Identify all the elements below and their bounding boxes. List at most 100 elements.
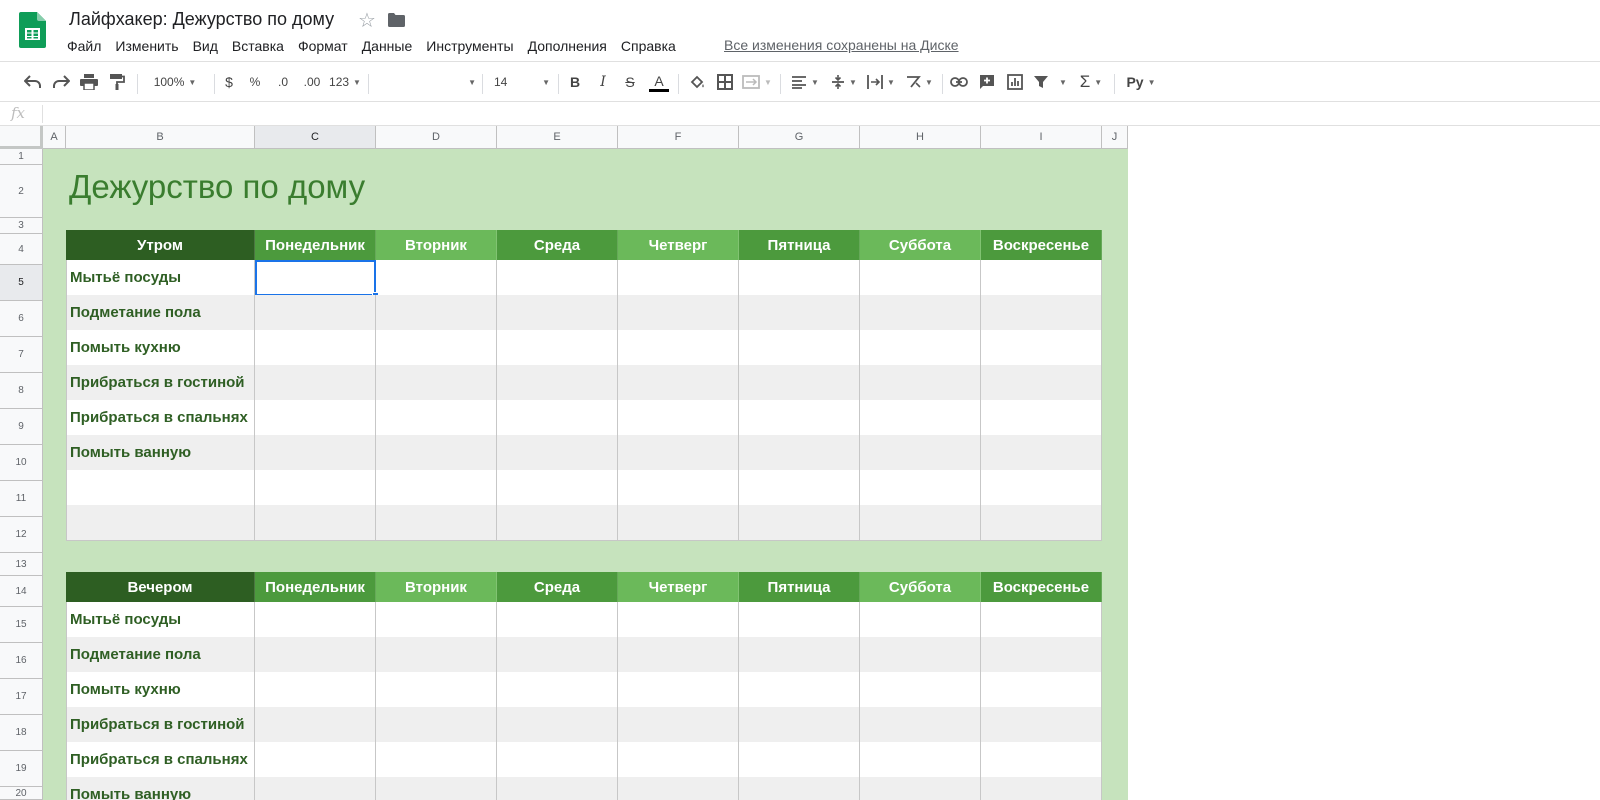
zoom-select[interactable]: 100% ▼ <box>145 68 205 96</box>
filter-button[interactable]: ▼ <box>1032 68 1068 96</box>
schedule-cell[interactable] <box>981 707 1102 743</box>
schedule-cell[interactable] <box>255 602 376 638</box>
schedule-cell[interactable] <box>860 602 981 638</box>
schedule-cell[interactable] <box>618 330 739 366</box>
schedule-cell[interactable] <box>860 400 981 436</box>
schedule-cell[interactable] <box>739 470 860 506</box>
table-header-day[interactable]: Воскресенье <box>981 572 1102 602</box>
schedule-cell[interactable] <box>497 602 618 638</box>
schedule-cell[interactable] <box>618 742 739 778</box>
schedule-cell[interactable] <box>981 330 1102 366</box>
menu-file[interactable]: Файл <box>60 36 108 56</box>
schedule-cell[interactable] <box>981 602 1102 638</box>
schedule-cell[interactable] <box>739 672 860 708</box>
row-header[interactable]: 17 <box>0 679 43 715</box>
schedule-cell[interactable] <box>981 505 1102 541</box>
schedule-cell[interactable] <box>255 777 376 800</box>
schedule-cell[interactable] <box>497 505 618 541</box>
task-label-cell[interactable]: Мытьё посуды <box>66 602 255 638</box>
schedule-cell[interactable] <box>376 470 497 506</box>
row-header[interactable]: 15 <box>0 607 43 643</box>
schedule-cell[interactable] <box>739 602 860 638</box>
text-color-button[interactable]: A <box>648 68 670 96</box>
schedule-cell[interactable] <box>981 742 1102 778</box>
schedule-cell[interactable] <box>860 470 981 506</box>
column-header-g[interactable]: G <box>739 126 860 149</box>
functions-button[interactable]: Σ ▼ <box>1074 68 1108 96</box>
menu-edit[interactable]: Изменить <box>108 36 185 56</box>
text-rotation-button[interactable]: ▼ <box>902 68 936 96</box>
schedule-cell[interactable] <box>739 330 860 366</box>
document-title[interactable]: Лайфхакер: Дежурство по дому <box>69 9 334 30</box>
schedule-cell[interactable] <box>860 637 981 673</box>
schedule-cell[interactable] <box>255 400 376 436</box>
schedule-cell[interactable] <box>981 365 1102 401</box>
schedule-cell[interactable] <box>376 435 497 471</box>
input-tools-button[interactable]: Ру ▼ <box>1122 68 1160 96</box>
row-header[interactable]: 16 <box>0 643 43 679</box>
schedule-cell[interactable] <box>497 470 618 506</box>
schedule-cell[interactable] <box>981 435 1102 471</box>
schedule-cell[interactable] <box>618 602 739 638</box>
table-header-day[interactable]: Среда <box>497 230 618 260</box>
schedule-cell[interactable] <box>255 470 376 506</box>
task-label-cell[interactable]: Помыть кухню <box>66 672 255 708</box>
schedule-cell[interactable] <box>981 260 1102 296</box>
undo-button[interactable] <box>22 68 44 96</box>
schedule-cell[interactable] <box>860 777 981 800</box>
schedule-cell[interactable] <box>618 435 739 471</box>
schedule-cell[interactable] <box>497 435 618 471</box>
schedule-cell[interactable] <box>860 435 981 471</box>
table-header-day[interactable]: Пятница <box>739 230 860 260</box>
task-label-cell[interactable] <box>66 470 255 506</box>
schedule-cell[interactable] <box>497 637 618 673</box>
task-label-cell[interactable]: Мытьё посуды <box>66 260 255 296</box>
column-header-a[interactable]: A <box>43 126 66 149</box>
schedule-cell[interactable] <box>739 707 860 743</box>
merge-cells-button[interactable]: ▼ <box>740 68 774 96</box>
table-header-day[interactable]: Воскресенье <box>981 230 1102 260</box>
schedule-cell[interactable] <box>860 295 981 331</box>
schedule-cell[interactable] <box>376 400 497 436</box>
task-label-cell[interactable]: Подметание пола <box>66 295 255 331</box>
schedule-cell[interactable] <box>255 295 376 331</box>
vertical-align-button[interactable]: ▼ <box>828 68 860 96</box>
row-header[interactable]: 18 <box>0 715 43 751</box>
schedule-cell[interactable] <box>739 637 860 673</box>
menu-data[interactable]: Данные <box>355 36 420 56</box>
schedule-cell[interactable] <box>981 470 1102 506</box>
strikethrough-button[interactable]: S <box>620 68 640 96</box>
schedule-cell[interactable] <box>860 260 981 296</box>
schedule-cell[interactable] <box>860 505 981 541</box>
task-label-cell[interactable]: Подметание пола <box>66 637 255 673</box>
schedule-cell[interactable] <box>739 777 860 800</box>
column-header-f[interactable]: F <box>618 126 739 149</box>
schedule-cell[interactable] <box>255 742 376 778</box>
schedule-cell[interactable] <box>376 742 497 778</box>
schedule-cell[interactable] <box>618 295 739 331</box>
percent-format-button[interactable]: % <box>246 68 264 96</box>
menu-help[interactable]: Справка <box>614 36 683 56</box>
column-header-d[interactable]: D <box>376 126 497 149</box>
row-header[interactable]: 19 <box>0 751 43 787</box>
schedule-cell[interactable] <box>497 330 618 366</box>
menu-tools[interactable]: Инструменты <box>419 36 520 56</box>
more-formats-button[interactable]: 123 ▼ <box>328 68 362 96</box>
row-header[interactable]: 3 <box>0 218 43 234</box>
schedule-cell[interactable] <box>376 260 497 296</box>
row-header[interactable]: 4 <box>0 234 43 265</box>
schedule-cell[interactable] <box>497 260 618 296</box>
schedule-cell[interactable] <box>860 365 981 401</box>
table-header-day[interactable]: Понедельник <box>255 572 376 602</box>
formula-input[interactable] <box>50 105 1590 123</box>
row-header[interactable]: 13 <box>0 553 43 576</box>
column-header-e[interactable]: E <box>497 126 618 149</box>
paint-format-button[interactable] <box>106 68 128 96</box>
print-button[interactable] <box>78 68 100 96</box>
task-label-cell[interactable] <box>66 505 255 541</box>
empty-sheet-area[interactable] <box>1128 149 1600 800</box>
schedule-cell[interactable] <box>739 742 860 778</box>
schedule-cell[interactable] <box>497 672 618 708</box>
table-header-period[interactable]: Утром <box>66 230 255 260</box>
schedule-cell[interactable] <box>739 295 860 331</box>
